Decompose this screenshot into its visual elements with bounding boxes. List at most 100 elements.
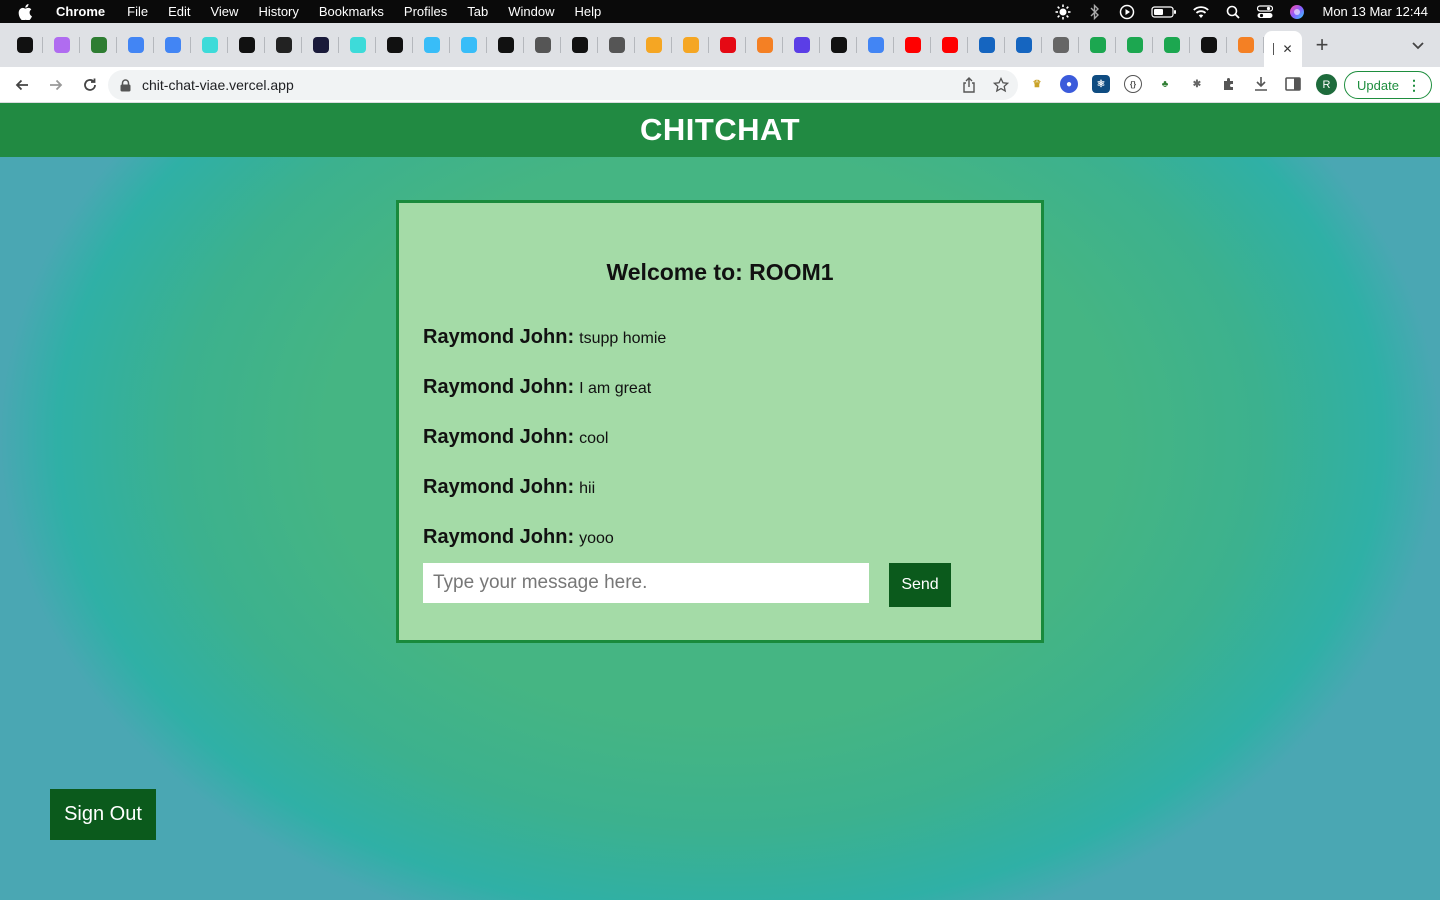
circle-a-icon xyxy=(571,37,588,53)
browser-tab[interactable] xyxy=(746,23,783,67)
bookmark-star-icon[interactable] xyxy=(992,76,1010,94)
profile-avatar[interactable]: R xyxy=(1316,74,1337,95)
new-tab-button[interactable]: + xyxy=(1302,23,1342,67)
browser-tab[interactable] xyxy=(302,23,339,67)
control-center-icon[interactable] xyxy=(1256,4,1274,20)
menu-bookmarks[interactable]: Bookmarks xyxy=(319,4,384,19)
menu-app-name[interactable]: Chrome xyxy=(56,4,105,19)
browser-tab[interactable] xyxy=(709,23,746,67)
puzzle-extensions-icon[interactable] xyxy=(1220,75,1238,93)
more-menu-icon[interactable]: ⋮ xyxy=(1407,77,1421,94)
menubar-status-area: Mon 13 Mar 12:44 xyxy=(1040,0,1428,23)
chitchat-page: CHITCHAT Welcome to: ROOM1 Raymond John:… xyxy=(0,103,1440,900)
browser-tab[interactable] xyxy=(1190,23,1227,67)
forward-arrow-icon[interactable] xyxy=(40,69,72,101)
browser-tab[interactable] xyxy=(1079,23,1116,67)
unsplash-icon xyxy=(497,37,514,53)
browser-tab[interactable] xyxy=(450,23,487,67)
battery-icon[interactable] xyxy=(1150,4,1178,20)
circle-extension-icon[interactable]: ● xyxy=(1060,75,1078,93)
browser-tab[interactable] xyxy=(1116,23,1153,67)
message-author: Raymond John: xyxy=(423,376,575,398)
browser-tab[interactable] xyxy=(1227,23,1264,67)
n-icon xyxy=(238,37,255,53)
share-icon[interactable] xyxy=(960,76,978,94)
google-icon xyxy=(867,37,884,53)
play-circle-icon[interactable] xyxy=(1118,4,1136,20)
menu-edit[interactable]: Edit xyxy=(168,4,190,19)
browser-tab[interactable] xyxy=(43,23,80,67)
browser-tab[interactable] xyxy=(598,23,635,67)
browser-tab[interactable] xyxy=(339,23,376,67)
browser-tab[interactable] xyxy=(561,23,598,67)
browser-tab[interactable] xyxy=(1042,23,1079,67)
wifi-icon[interactable] xyxy=(1192,4,1210,20)
browser-tab[interactable] xyxy=(154,23,191,67)
siri-icon[interactable] xyxy=(1288,4,1306,20)
apple-icon[interactable] xyxy=(18,3,36,20)
app-title: CHITCHAT xyxy=(639,112,801,147)
browser-tab[interactable] xyxy=(265,23,302,67)
browser-tab[interactable] xyxy=(80,23,117,67)
browser-tab[interactable] xyxy=(413,23,450,67)
reload-icon[interactable] xyxy=(74,69,106,101)
medium-icon xyxy=(386,37,403,53)
brightness-icon[interactable] xyxy=(1054,4,1072,20)
browser-tab[interactable] xyxy=(228,23,265,67)
browser-tab[interactable] xyxy=(857,23,894,67)
browser-tab[interactable] xyxy=(635,23,672,67)
url-text[interactable]: chit-chat-viae.vercel.app xyxy=(142,77,294,93)
browser-tab[interactable] xyxy=(894,23,931,67)
browser-tab[interactable] xyxy=(487,23,524,67)
lock-icon[interactable] xyxy=(120,78,134,92)
download-icon[interactable] xyxy=(1252,75,1270,93)
mask-icon xyxy=(608,37,625,53)
menu-history[interactable]: History xyxy=(258,4,298,19)
code-extension-icon[interactable]: {} xyxy=(1124,75,1142,93)
update-label: Update xyxy=(1357,77,1399,93)
message-text: cool xyxy=(579,430,609,447)
youtube-icon xyxy=(904,37,921,53)
browser-tab[interactable] xyxy=(968,23,1005,67)
tree-extension-icon[interactable]: ♣ xyxy=(1156,75,1174,93)
spotlight-search-icon[interactable] xyxy=(1224,4,1242,20)
browser-tab[interactable] xyxy=(6,23,43,67)
menu-window[interactable]: Window xyxy=(508,4,554,19)
firebase-icon xyxy=(682,37,699,53)
menu-tab[interactable]: Tab xyxy=(467,4,488,19)
close-tab-icon[interactable]: ✕ xyxy=(1282,42,1292,56)
crown-extension-icon[interactable]: ♛ xyxy=(1028,75,1046,93)
message-author: Raymond John: xyxy=(423,476,575,498)
dark-icon xyxy=(275,37,292,53)
browser-tab[interactable] xyxy=(117,23,154,67)
browser-tab[interactable] xyxy=(1005,23,1042,67)
back-arrow-icon[interactable] xyxy=(6,69,38,101)
sign-out-button[interactable]: Sign Out xyxy=(50,789,156,840)
browser-tab[interactable] xyxy=(931,23,968,67)
menu-help[interactable]: Help xyxy=(575,4,602,19)
message-input[interactable] xyxy=(423,563,869,603)
tab-search-chevron-icon[interactable] xyxy=(1410,37,1426,53)
browser-tab[interactable] xyxy=(783,23,820,67)
menu-view[interactable]: View xyxy=(210,4,238,19)
message-author: Raymond John: xyxy=(423,426,575,448)
browser-tab[interactable] xyxy=(191,23,228,67)
menu-file[interactable]: File xyxy=(127,4,148,19)
react-extension-icon[interactable]: ⚛ xyxy=(1092,75,1110,93)
side-panel-icon[interactable] xyxy=(1284,75,1302,93)
browser-tab[interactable] xyxy=(820,23,857,67)
browser-tab[interactable] xyxy=(376,23,413,67)
message-text: hii xyxy=(579,480,596,497)
bluetooth-off-icon[interactable] xyxy=(1086,3,1104,20)
firebase-icon xyxy=(645,37,662,53)
browser-tab[interactable] xyxy=(1153,23,1190,67)
update-button[interactable]: Update ⋮ xyxy=(1344,71,1432,99)
browser-tab[interactable] xyxy=(524,23,561,67)
active-tab[interactable]: ✕ xyxy=(1264,31,1302,67)
browser-tab[interactable] xyxy=(672,23,709,67)
address-bar[interactable]: chit-chat-viae.vercel.app xyxy=(108,70,1018,100)
menu-profiles[interactable]: Profiles xyxy=(404,4,447,19)
bug-extension-icon[interactable]: ✱ xyxy=(1188,75,1206,93)
menubar-clock[interactable]: Mon 13 Mar 12:44 xyxy=(1322,4,1428,19)
send-button[interactable]: Send xyxy=(889,563,951,607)
